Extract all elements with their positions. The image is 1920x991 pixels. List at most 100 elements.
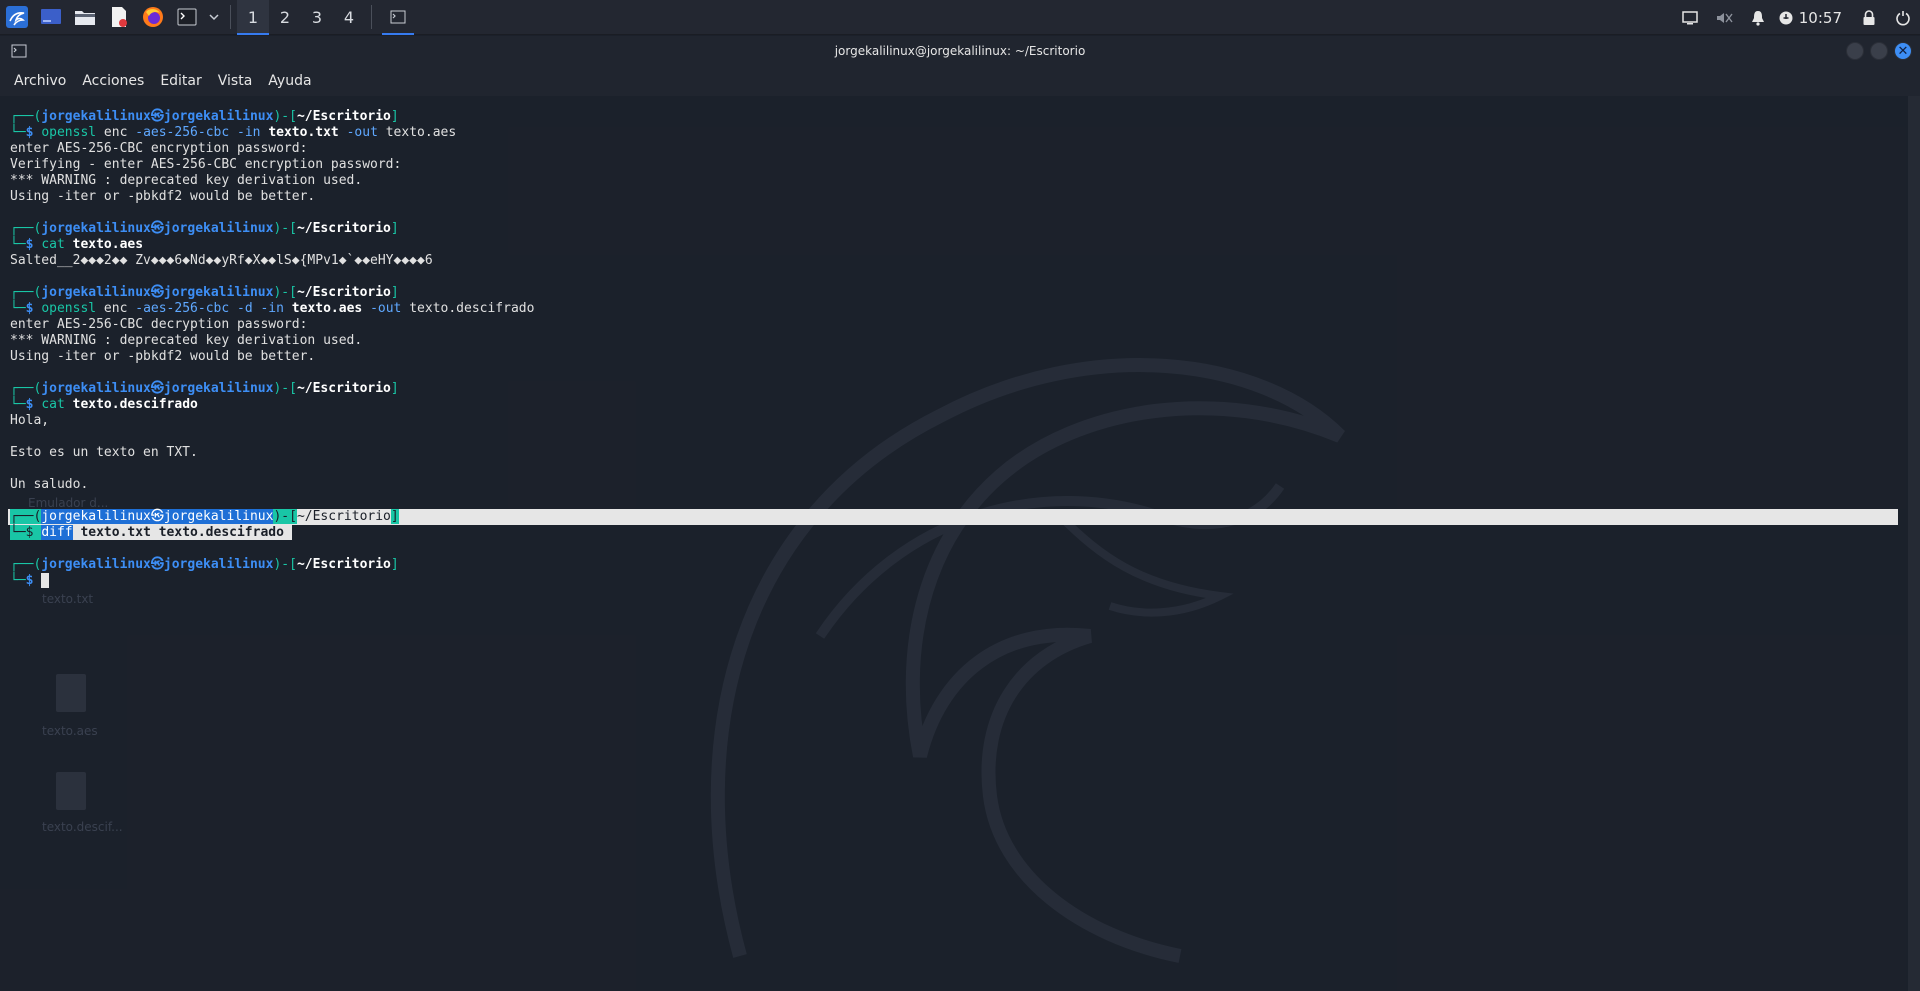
window-titlebar[interactable]: jorgekalilinux@jorgekalilinux: ~/Escrito… (0, 36, 1920, 66)
desktop-icon-label: texto.txt (42, 592, 94, 606)
menu-ayuda[interactable]: Ayuda (260, 73, 319, 89)
output-text: Salted__2◆◆◆2◆◆ Zv◆◆◆6◆Nd◆◆yRf◆X◆◆lS◆{MP… (10, 253, 433, 268)
window-controls: ✕ (1846, 42, 1912, 60)
command-name: openssl (41, 301, 97, 316)
folder-icon (75, 11, 95, 25)
prompt-frame: )-[ (273, 221, 297, 236)
clock[interactable]: 10:57 (1797, 9, 1852, 27)
menu-acciones[interactable]: Acciones (74, 73, 152, 89)
command-line: └─$ openssl enc -aes-256-cbc -in texto.t… (10, 125, 1920, 141)
command-arg: -out (346, 125, 378, 140)
command-arg (229, 125, 237, 140)
window-title: jorgekalilinux@jorgekalilinux: ~/Escrito… (834, 44, 1086, 58)
output-text: Using -iter or -pbkdf2 would be better. (10, 349, 316, 364)
prompt-frame: └─ (10, 301, 26, 316)
close-button[interactable]: ✕ (1894, 42, 1912, 60)
prompt-frame: ] (390, 285, 399, 300)
workspace-4[interactable]: 4 (333, 0, 365, 35)
command-arg: texto.aes (72, 237, 144, 252)
command-arg: texto.aes (377, 125, 457, 140)
close-icon: ✕ (1897, 43, 1909, 59)
prompt-frame: )-[ (273, 381, 297, 396)
prompt-frame: ┌──( (10, 221, 42, 236)
kali-menu-button[interactable] (0, 0, 34, 35)
command-arg (65, 397, 73, 412)
maximize-button[interactable] (1870, 42, 1888, 60)
prompt-frame: ] (390, 557, 399, 572)
output-text: enter AES-256-CBC decryption password: (10, 317, 308, 332)
volume-tray[interactable] (1707, 0, 1741, 35)
output-text: Hola, (10, 413, 50, 428)
command-name: openssl (41, 125, 97, 140)
prompt-frame: )-[ (273, 285, 297, 300)
menu-editar[interactable]: Editar (152, 73, 209, 89)
file-manager-launcher[interactable] (68, 0, 102, 35)
workspace-1[interactable]: 1 (237, 0, 269, 35)
power-manager-tray[interactable] (1775, 0, 1797, 35)
prompt-user-host: jorgekalilinux㉿jorgekalilinux (41, 109, 274, 124)
prompt-user-host: jorgekalilinux㉿jorgekalilinux (41, 557, 274, 572)
prompt-frame: )-[ (273, 109, 297, 124)
workspace-2[interactable]: 2 (269, 0, 301, 35)
minimize-button[interactable] (1846, 42, 1864, 60)
terminal-window: jorgekalilinux@jorgekalilinux: ~/Escrito… (0, 36, 1920, 991)
terminal-area[interactable]: Emulador d... texto.txt texto.aes texto.… (0, 96, 1920, 991)
lock-icon (1863, 9, 1875, 25)
command-line-current: └─$ (10, 573, 1920, 589)
show-desktop-button[interactable] (34, 0, 68, 35)
terminal-icon (390, 10, 406, 24)
launcher-dropdown[interactable] (204, 0, 224, 35)
output-text: Esto es un texto en TXT. (10, 445, 198, 460)
power-icon (1896, 10, 1910, 25)
panel-separator (371, 5, 372, 29)
output-line: Hola, (10, 413, 1920, 429)
prompt-line: ┌──(jorgekalilinux㉿jorgekalilinux)-[~/Es… (10, 109, 1920, 125)
prompt-user-host: jorgekalilinux㉿jorgekalilinux (41, 285, 274, 300)
firefox-icon (143, 7, 163, 27)
terminal-scrollbar[interactable] (1908, 96, 1920, 991)
output-line: Using -iter or -pbkdf2 would be better. (10, 349, 1920, 365)
firefox-launcher[interactable] (136, 0, 170, 35)
output-text: Un saludo. (10, 477, 89, 492)
menu-vista[interactable]: Vista (210, 73, 261, 89)
prompt-line: ┌──(jorgekalilinux㉿jorgekalilinux)-[~/Es… (10, 557, 1920, 573)
prompt-line: ┌──(jorgekalilinux㉿jorgekalilinux)-[~/Es… (10, 285, 1920, 301)
output-line: Using -iter or -pbkdf2 would be better. (10, 189, 1920, 205)
command-arg: -in (260, 301, 284, 316)
prompt-symbol: $ (25, 397, 42, 412)
output-text: Verifying - enter AES-256-CBC encryption… (10, 157, 402, 172)
prompt-user-host: jorgekalilinux㉿jorgekalilinux (41, 221, 274, 236)
display-tray[interactable] (1673, 0, 1707, 35)
text-cursor (41, 573, 50, 588)
lock-screen-button[interactable] (1852, 0, 1886, 35)
command-name: cat (41, 397, 65, 412)
taskbar-terminal-window[interactable] (378, 0, 418, 35)
command-line: └─$ cat texto.descifrado (10, 397, 1920, 413)
terminal-output: ┌──(jorgekalilinux㉿jorgekalilinux)-[~/Es… (8, 109, 1920, 589)
command-arg: -out (370, 301, 402, 316)
output-text: *** WARNING : deprecated key derivation … (10, 333, 363, 348)
notifications-tray[interactable] (1741, 0, 1775, 35)
prompt-directory: ~/Escritorio (296, 221, 391, 236)
prompt-line-selected: ┌──(jorgekalilinux㉿jorgekalilinux)-[~/Es… (8, 509, 1920, 525)
logout-button[interactable] (1886, 0, 1920, 35)
prompt-frame: ┌──( (10, 509, 42, 524)
kali-dragon-icon (6, 6, 28, 28)
workspace-3[interactable]: 3 (301, 0, 333, 35)
prompt-frame: └─ (10, 525, 26, 540)
command-line: └─$ openssl enc -aes-256-cbc -d -in text… (10, 301, 1920, 317)
system-tray: 10:57 (1673, 0, 1920, 35)
prompt-symbol: $ (25, 301, 42, 316)
terminal-launcher[interactable] (170, 0, 204, 35)
menu-archivo[interactable]: Archivo (6, 73, 74, 89)
prompt-directory: ~/Escritorio (296, 509, 391, 524)
text-editor-launcher[interactable] (102, 0, 136, 35)
prompt-frame: └─ (10, 125, 26, 140)
prompt-frame: ┌──( (10, 381, 42, 396)
command-line-selected: └─$ diff texto.txt texto.descifrado (10, 525, 1920, 541)
